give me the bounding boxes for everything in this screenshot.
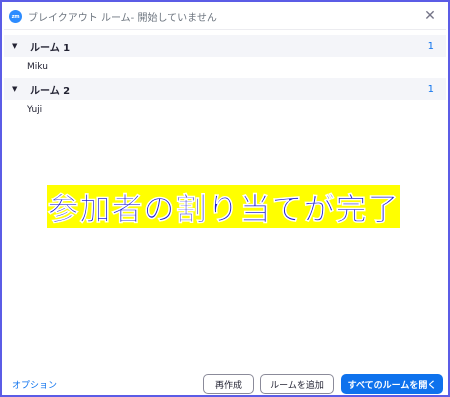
title-bar: zm ブレイクアウト ルーム- 開始していません ✕ (4, 4, 446, 30)
options-link[interactable]: オプション (12, 378, 57, 391)
participant-name: Miku (27, 62, 48, 72)
room-1-header[interactable]: ▼ ルーム 1 1 (4, 35, 446, 57)
room-1-name: ルーム 1 (30, 42, 71, 54)
room-2-participant-count: 1 (427, 83, 434, 95)
room-1-participant-count: 1 (427, 40, 434, 52)
open-all-rooms-button[interactable]: すべてのルームを開く (341, 374, 443, 394)
participant-name: Yuji (27, 105, 43, 115)
room-2-header[interactable]: ▼ ルーム 2 1 (4, 78, 446, 100)
zoom-logo-icon: zm (9, 10, 22, 23)
window-title: ブレイクアウト ルーム- 開始していません (28, 13, 217, 24)
caret-down-icon[interactable]: ▼ (12, 42, 22, 50)
close-icon[interactable]: ✕ (422, 8, 438, 24)
overlay-banner: 参加者の割り当てが完了 (47, 185, 400, 228)
caret-down-icon[interactable]: ▼ (12, 85, 22, 93)
recreate-button[interactable]: 再作成 (203, 374, 254, 394)
breakout-rooms-window: zm ブレイクアウト ルーム- 開始していません ✕ ▼ ルーム 1 1 Mik… (0, 0, 450, 397)
add-room-button[interactable]: ルームを追加 (260, 374, 334, 394)
room-2-name: ルーム 2 (30, 85, 71, 97)
overlay-banner-text: 参加者の割り当てが完了 (47, 192, 400, 229)
